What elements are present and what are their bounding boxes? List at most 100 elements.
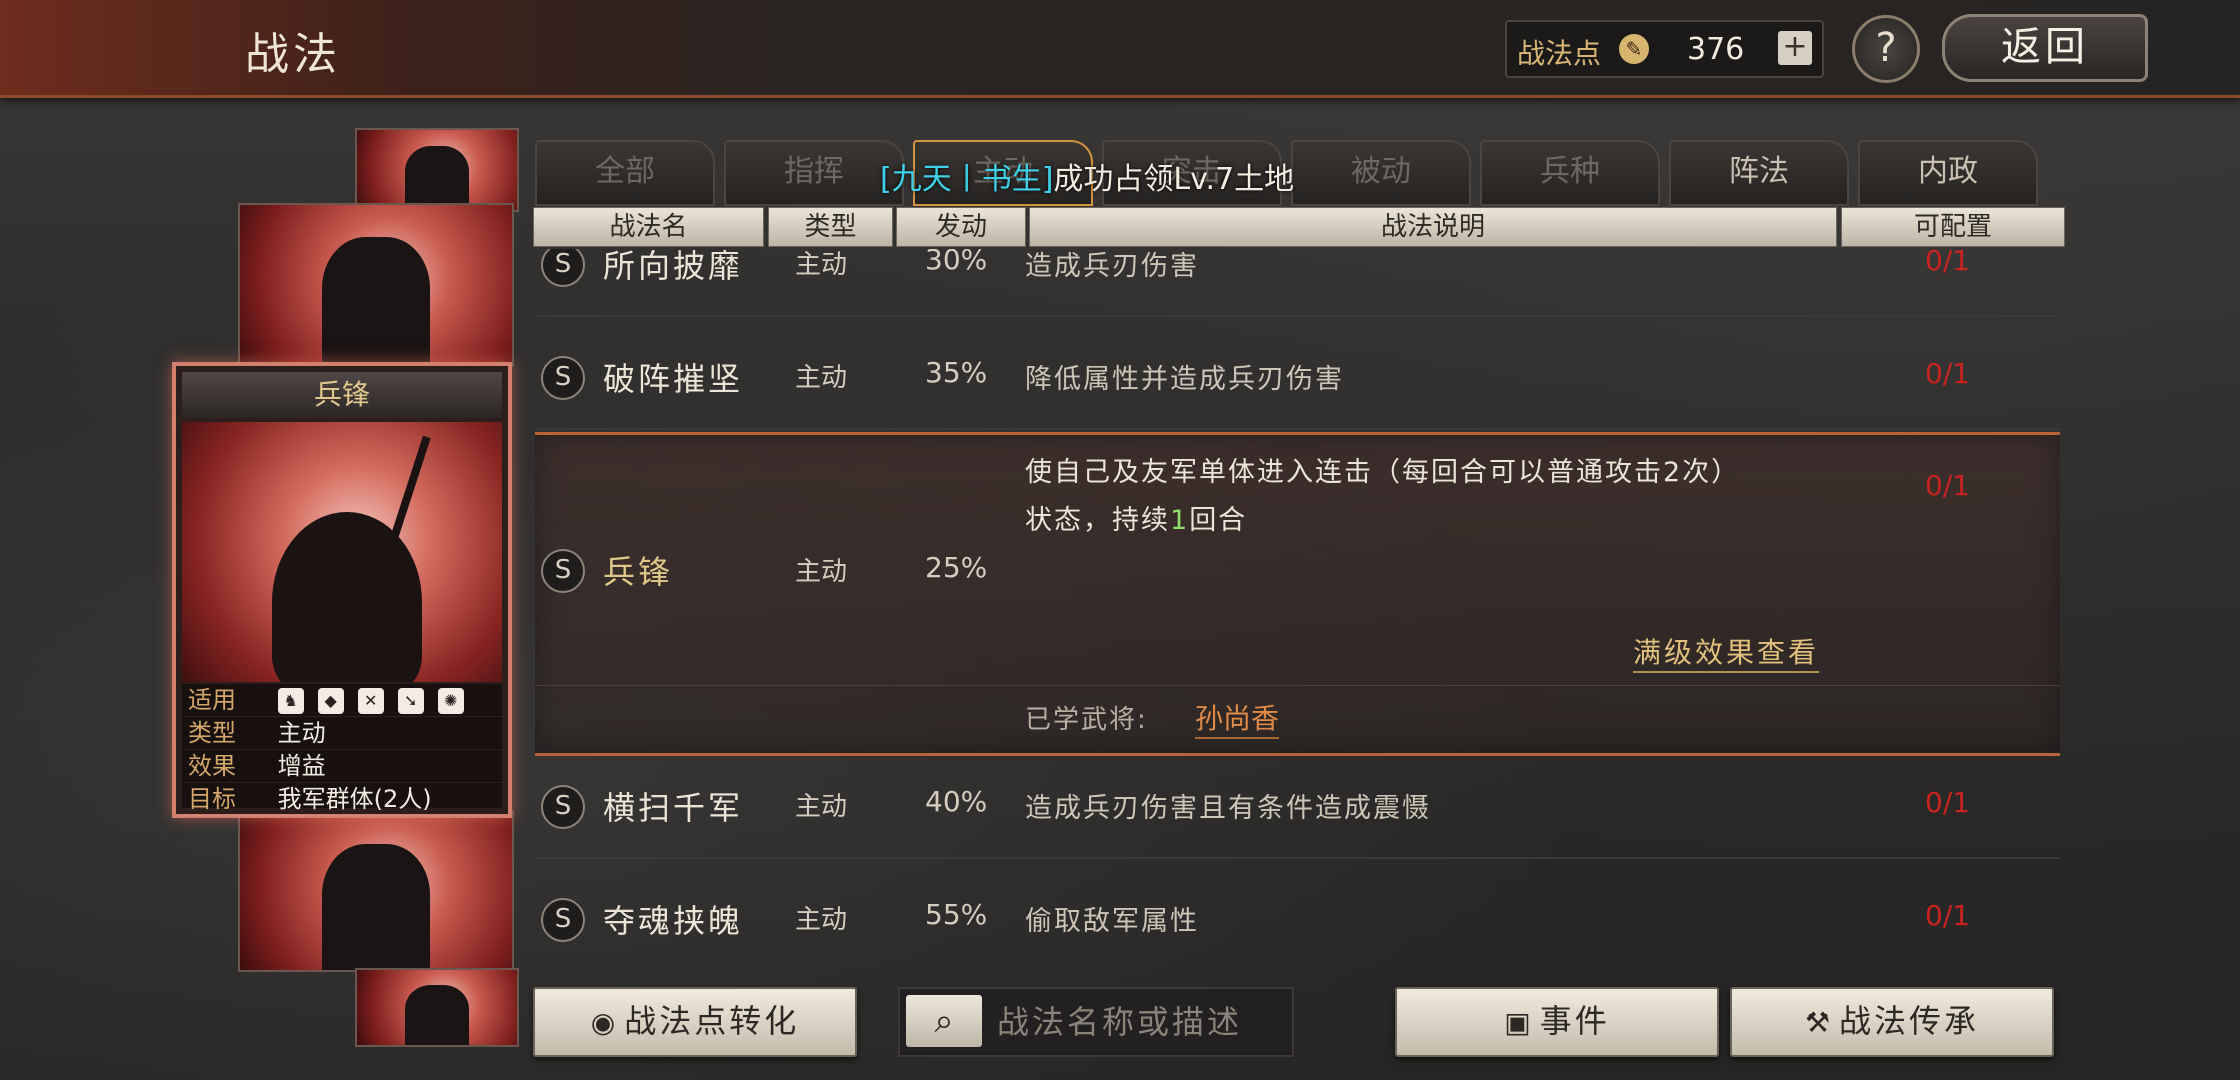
events-label: 事件 [1539, 1002, 1610, 1040]
card-preview-lower[interactable] [238, 810, 514, 972]
tactic-rate: 25% [925, 551, 988, 584]
tab-internal-affairs[interactable]: 内政 [1858, 140, 2038, 206]
convert-points-button[interactable]: ◉ 战法点转化 [533, 987, 857, 1057]
card-type-row: 类型 主动 [182, 717, 502, 750]
card-silhouette [321, 237, 431, 365]
grade-badge: S [541, 249, 585, 287]
feather-coin-icon: ◉ [590, 1006, 619, 1039]
card-silhouette [405, 985, 469, 1045]
card-type-label: 类型 [188, 719, 236, 747]
tactic-points-box: 战法点 ✎ 376 + [1505, 20, 1824, 78]
tab-troop-type[interactable]: 兵种 [1480, 140, 1660, 206]
column-header-rate[interactable]: 发动 [896, 207, 1026, 247]
card-preview-top[interactable] [355, 128, 519, 212]
search-box: ⌕ [898, 987, 1294, 1057]
tactic-type: 主动 [795, 250, 848, 280]
card-silhouette [321, 843, 431, 970]
hammer-icon: ⚒ [1804, 1006, 1834, 1039]
card-suit-icons: ♞ ◆ ✕ ➘ ✺ [277, 684, 478, 716]
tactic-name: 所向披靡 [603, 249, 744, 285]
spear-icon: ➘ [397, 688, 424, 714]
tactic-rate: 40% [925, 785, 988, 818]
column-header-type[interactable]: 类型 [768, 207, 893, 247]
card-title: 兵锋 [182, 372, 502, 418]
tactic-type: 主动 [795, 557, 848, 587]
tactic-description: 造成兵刃伤害且有条件造成震慑 [1025, 793, 1431, 824]
inherit-tactic-button[interactable]: ⚒ 战法传承 [1730, 987, 2054, 1057]
tactic-points-label: 战法点 [1517, 37, 1602, 70]
learned-general-link[interactable]: 孙尚香 [1195, 697, 1280, 739]
tactic-type: 主动 [795, 363, 848, 393]
horse-icon: ♞ [277, 688, 304, 714]
tactic-name: 破阵摧坚 [603, 360, 744, 398]
tactic-configurable: 0/1 [1925, 899, 1971, 932]
tactic-list[interactable]: S 所向披靡 主动 30% 造成兵刃伤害 0/1 S 破阵摧坚 主动 35% 降… [535, 249, 2060, 961]
tactic-name: 横扫千军 [603, 789, 744, 827]
tactic-points-value: 376 [1687, 32, 1745, 67]
tactic-rate: 55% [925, 898, 988, 931]
broadcast-alliance-tag: [九天丨书生] [880, 162, 1054, 197]
feather-coin-icon: ✎ [1619, 34, 1649, 64]
tab-formation[interactable]: 阵法 [1669, 140, 1849, 206]
description-line-1: 使自己及友军单体进入连击（每回合可以普通攻击2次） [1025, 457, 1741, 488]
tactic-description: 偷取敌军属性 [1025, 906, 1199, 937]
max-level-effect-link[interactable]: 满级效果查看 [1633, 631, 1820, 673]
card-preview-upper[interactable] [238, 203, 514, 367]
tab-command[interactable]: 指挥 [724, 140, 904, 206]
tactic-name: 夺魂挟魄 [603, 902, 744, 940]
tactic-configurable: 0/1 [1925, 249, 1971, 277]
bow-icon: ✕ [357, 688, 384, 714]
tactic-type: 主动 [795, 905, 848, 935]
card-preview-bottom[interactable] [355, 968, 519, 1047]
broadcast-text: 成功占领Lv.7土地 [1053, 162, 1295, 197]
search-input[interactable] [995, 993, 1289, 1051]
warrior-silhouette [272, 512, 422, 682]
card-suit-label: 适用 [188, 686, 236, 714]
grade-badge: S [541, 785, 585, 829]
card-type-value: 主动 [277, 719, 326, 747]
column-header-configurable[interactable]: 可配置 [1841, 207, 2065, 247]
tactic-configurable: 0/1 [1925, 786, 1971, 819]
tactic-type: 主动 [795, 792, 848, 822]
card-target-label: 目标 [188, 785, 236, 813]
tab-all[interactable]: 全部 [535, 140, 715, 206]
grade-badge: S [541, 549, 585, 593]
convert-points-label: 战法点转化 [624, 1002, 800, 1040]
list-item[interactable]: S 横扫千军 主动 40% 造成兵刃伤害且有条件造成震慑 0/1 [535, 753, 2060, 859]
list-item[interactable]: S 破阵摧坚 主动 35% 降低属性并造成兵刃伤害 0/1 [535, 324, 2060, 430]
grade-badge: S [541, 898, 585, 942]
column-header-name[interactable]: 战法名 [533, 207, 764, 247]
page-title: 战法 [245, 29, 341, 80]
back-button[interactable]: 返回 [1942, 14, 2148, 82]
card-target-row: 目标 我军群体(2人) [182, 783, 502, 816]
list-item[interactable]: S 所向披靡 主动 30% 造成兵刃伤害 0/1 [535, 249, 2060, 317]
tactic-rate: 35% [925, 356, 988, 389]
top-bar: 战法 战法点 ✎ 376 + ? 返回 [0, 0, 2240, 98]
grade-badge: S [541, 356, 585, 400]
card-suit-row: 适用 ♞ ◆ ✕ ➘ ✺ [182, 684, 502, 717]
list-item-expanded[interactable]: S 兵锋 主动 25% 使自己及友军单体进入连击（每回合可以普通攻击2次） 状态… [535, 432, 2060, 756]
tactic-description: 造成兵刃伤害 [1025, 251, 1199, 282]
divider [535, 685, 2060, 686]
tactic-name: 兵锋 [603, 553, 674, 591]
tactic-description: 降低属性并造成兵刃伤害 [1025, 364, 1344, 395]
card-artwork [182, 422, 502, 682]
events-button[interactable]: ▣ 事件 [1395, 987, 1719, 1057]
tactic-configurable: 0/1 [1925, 469, 1971, 502]
help-button[interactable]: ? [1852, 15, 1920, 83]
add-points-button[interactable]: + [1778, 31, 1812, 65]
description-highlight: 1 [1170, 505, 1190, 536]
card-info-panel: 适用 ♞ ◆ ✕ ➘ ✺ 类型 主动 效果 增益 目标 我军群体(2人) [182, 684, 502, 816]
list-item[interactable]: S 夺魂挟魄 主动 55% 偷取敌军属性 0/1 [535, 866, 2060, 961]
card-effect-row: 效果 增益 [182, 750, 502, 783]
tab-passive[interactable]: 被动 [1291, 140, 1471, 206]
shield-icon: ◆ [317, 688, 344, 714]
learned-generals-label: 已学武将: [1025, 705, 1148, 735]
tactic-description: 使自己及友军单体进入连击（每回合可以普通攻击2次） 状态，持续1回合 [1025, 449, 1865, 545]
search-icon[interactable]: ⌕ [906, 995, 982, 1047]
wheel-icon: ✺ [437, 688, 464, 714]
tactic-configurable: 0/1 [1925, 357, 1971, 390]
scroll-icon: ▣ [1504, 1006, 1534, 1039]
description-line-2: 状态，持续1回合 [1025, 497, 1865, 545]
selected-tactic-card[interactable]: 兵锋 适用 ♞ ◆ ✕ ➘ ✺ 类型 主动 效果 增益 目标 我军群体(2人) [172, 362, 512, 818]
